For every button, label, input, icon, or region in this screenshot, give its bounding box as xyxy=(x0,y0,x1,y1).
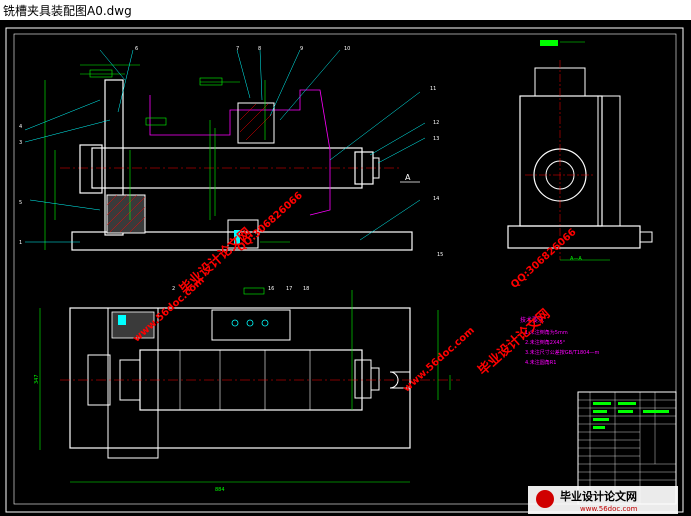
corner-logo-url: www.56doc.com xyxy=(580,505,638,513)
tech-note-2: 2.未注倒角2X45° xyxy=(525,339,566,346)
part-no-18: 18 xyxy=(303,286,309,292)
top-right-nut-end xyxy=(370,367,380,391)
bracket-block xyxy=(106,194,146,234)
top-view: 884 347 xyxy=(34,287,460,493)
top-right-nut xyxy=(354,359,372,399)
part-no-13: 13 xyxy=(433,136,439,142)
dim-height: 347 xyxy=(34,374,40,384)
front-view: A xyxy=(24,49,426,251)
top-dimensions xyxy=(39,287,451,483)
clamp-bolt-1 xyxy=(231,319,239,327)
part-no-17: 17 xyxy=(286,286,292,292)
part-no-12: 12 xyxy=(433,120,439,126)
part-no-14: 14 xyxy=(433,196,439,202)
dim-overall-width: 884 xyxy=(215,487,225,493)
left-hub xyxy=(79,144,103,194)
part-no-6: 6 xyxy=(135,46,138,52)
part-no-5: 5 xyxy=(19,200,22,206)
clamp-bolt-2 xyxy=(246,319,254,327)
corner-logo: 毕业设计论文网 www.56doc.com xyxy=(528,486,678,514)
side-view-label: A—A xyxy=(570,256,582,262)
watermark-site-2: www.56doc.com xyxy=(401,325,477,395)
front-leaders xyxy=(24,49,426,243)
part-no-8: 8 xyxy=(258,46,261,52)
side-rib xyxy=(597,95,621,227)
watermark-qq-2: QQ:306826066 xyxy=(509,227,579,291)
part-no-4: 4 xyxy=(19,124,22,130)
part-no-11: 11 xyxy=(430,86,436,92)
part-no-2: 2 xyxy=(172,286,175,292)
watermark-qq-1: QQ:306826066 xyxy=(235,190,305,254)
part-no-10: 10 xyxy=(344,46,350,52)
window-title: 铣槽夹具装配图A0.dwg xyxy=(3,4,132,18)
top-clamp xyxy=(211,309,291,341)
part-no-1: 1 xyxy=(19,240,22,246)
side-view-label-box xyxy=(540,40,558,46)
window-titlebar: 铣槽夹具装配图A0.dwg xyxy=(0,0,691,21)
drawing-canvas[interactable]: A 6 7 8 9 10 11 12 13 14 15 16 17 18 4 3… xyxy=(0,20,691,516)
drawing-inner-border xyxy=(13,33,677,505)
side-handle xyxy=(639,231,653,243)
title-block-entries xyxy=(593,402,669,429)
front-dimensions xyxy=(44,64,290,250)
cad-drawing[interactable]: A 6 7 8 9 10 11 12 13 14 15 16 17 18 4 3… xyxy=(0,20,691,516)
corner-logo-icon xyxy=(536,490,554,508)
tech-note-4: 4.未注圆角R1 xyxy=(525,359,556,366)
tech-note-3: 3.未注尺寸公差按GB/T1804—m xyxy=(525,349,600,356)
top-locating-pin xyxy=(118,315,126,325)
part-no-16: 16 xyxy=(268,286,274,292)
clamp-block xyxy=(237,102,275,144)
clamp-bolt-3 xyxy=(261,319,269,327)
side-view: A—A xyxy=(507,40,653,262)
clamp-hatch xyxy=(239,103,273,141)
part-no-7: 7 xyxy=(236,46,239,52)
watermark-site-1: www.56doc.com xyxy=(131,275,207,345)
corner-logo-name: 毕业设计论文网 xyxy=(560,489,637,503)
part-no-9: 9 xyxy=(300,46,303,52)
section-marker-a: A xyxy=(405,173,411,182)
part-no-3: 3 xyxy=(19,140,22,146)
part-no-15: 15 xyxy=(437,252,443,258)
